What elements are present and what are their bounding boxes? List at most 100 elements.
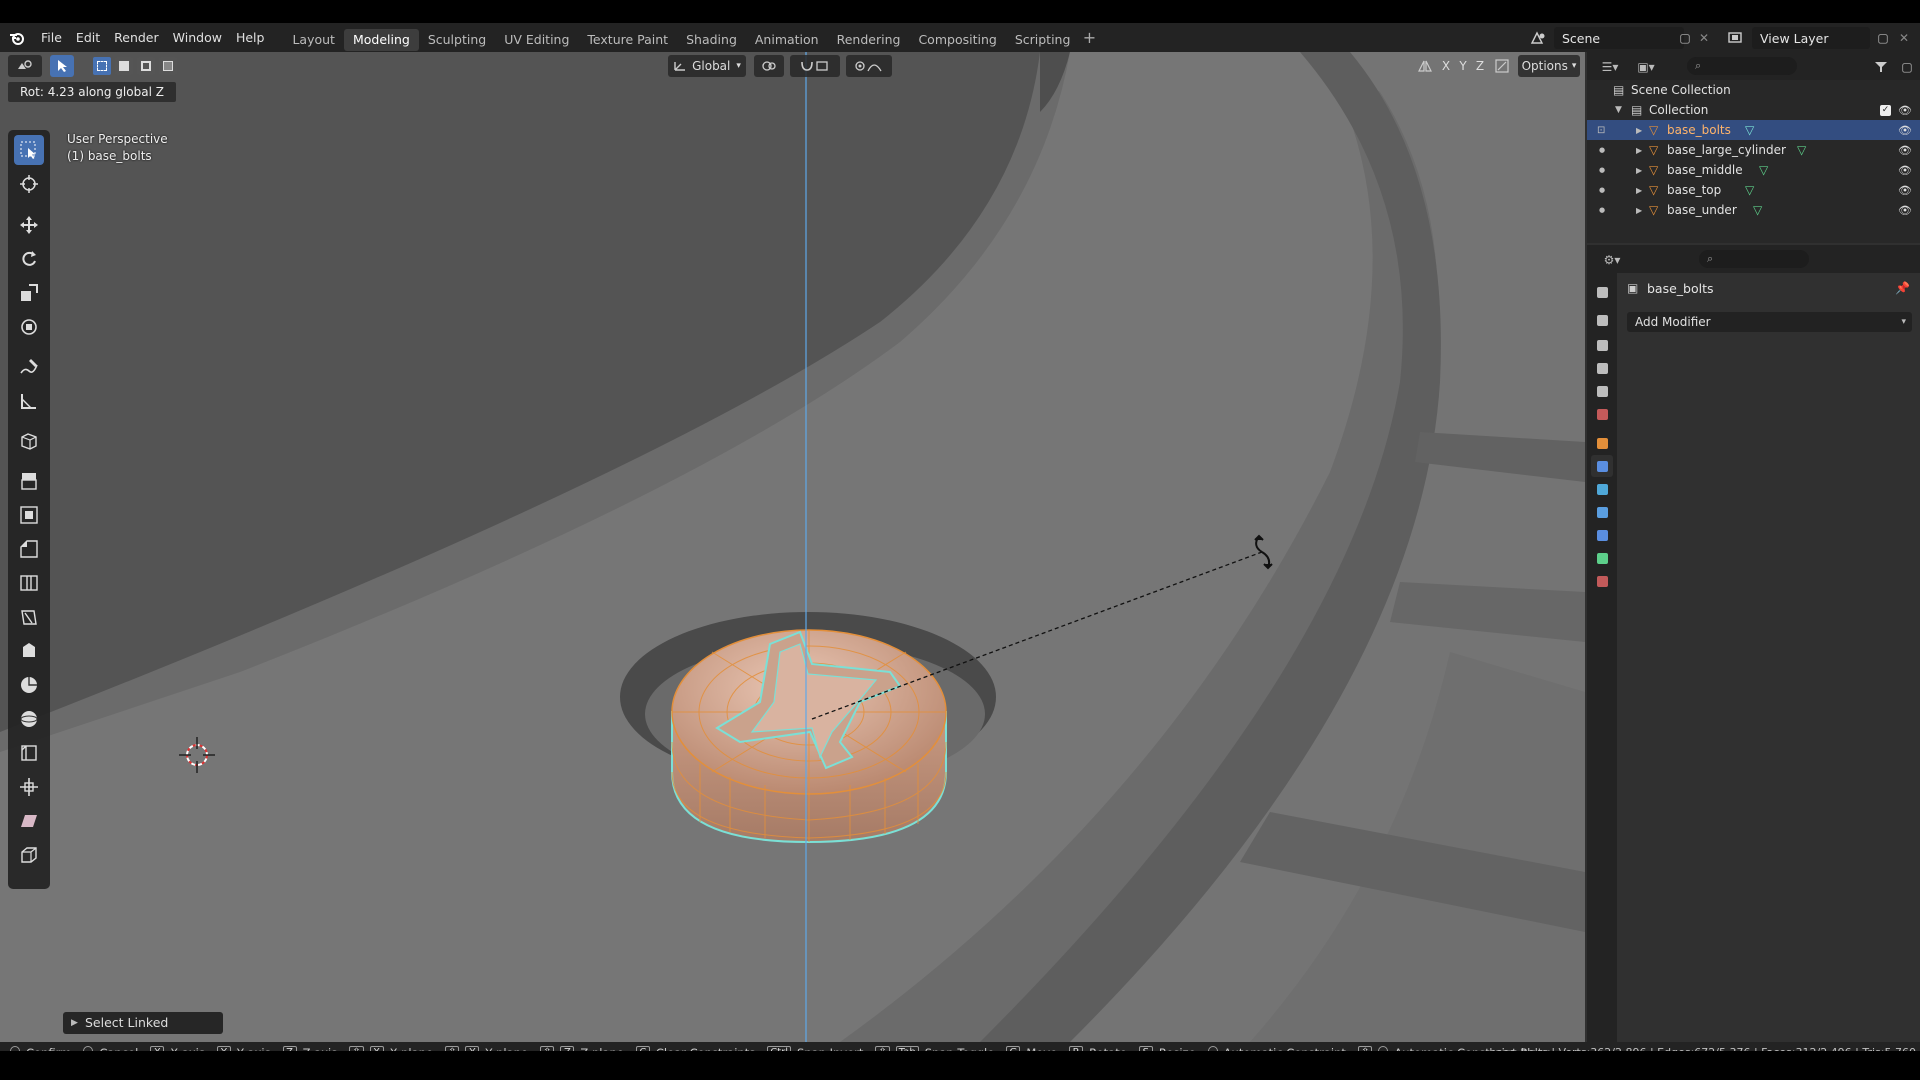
particles-tab-icon[interactable] (1591, 478, 1613, 500)
tab-modeling[interactable]: Modeling (343, 28, 419, 51)
delete-view-layer-icon[interactable]: ✕ (1896, 27, 1912, 49)
select-subtract-icon[interactable] (137, 57, 155, 75)
eye-icon[interactable]: 👁 (1898, 124, 1912, 137)
eye-icon[interactable]: 👁 (1898, 144, 1912, 157)
display-mode-icon[interactable]: ▣▾ (1631, 56, 1661, 78)
select-box-tool[interactable] (14, 135, 44, 165)
object-tab-icon[interactable] (1591, 432, 1613, 454)
material-tab-icon[interactable] (1591, 570, 1613, 592)
outliner-item-base-bolts[interactable]: ⊡ ▶ ▽ base_bolts ▽ 👁 (1587, 120, 1920, 140)
pin-icon[interactable]: 📌 (1895, 281, 1910, 295)
expand-arrow-icon[interactable]: ▶ (1636, 186, 1642, 195)
auto-merge-icon[interactable] (1492, 55, 1512, 77)
menu-render[interactable]: Render (107, 23, 166, 52)
scene-selector-icon[interactable] (1524, 27, 1552, 49)
pivot-point-icon[interactable] (754, 55, 784, 77)
snap-toggle-icon[interactable] (790, 55, 840, 77)
select-mode-cursor-icon[interactable] (50, 55, 74, 77)
new-collection-icon[interactable]: ▢ (1897, 56, 1917, 78)
tab-rendering[interactable]: Rendering (828, 29, 910, 51)
view-layer-tab-icon[interactable] (1591, 357, 1613, 379)
outliner-item-base-large-cylinder[interactable]: ● ▶ ▽ base_large_cylinder ▽ 👁 (1587, 140, 1920, 160)
transform-tool[interactable] (14, 312, 44, 342)
scene-name-field[interactable]: Scene (1554, 27, 1684, 49)
menu-file[interactable]: File (34, 23, 69, 52)
select-extend-icon[interactable] (115, 57, 133, 75)
add-cube-tool[interactable] (14, 426, 44, 456)
new-scene-icon[interactable]: ▢ (1676, 27, 1694, 49)
world-tab-icon[interactable] (1591, 403, 1613, 425)
filter-icon[interactable] (1867, 56, 1895, 78)
eye-icon[interactable]: 👁 (1898, 164, 1912, 177)
physics-tab-icon[interactable] (1591, 501, 1613, 523)
data-tab-icon[interactable] (1591, 547, 1613, 569)
edge-slide-tool[interactable] (14, 738, 44, 768)
tab-scripting[interactable]: Scripting (1006, 29, 1080, 51)
outliner-scene-collection-row[interactable]: ▤ Scene Collection (1587, 80, 1920, 100)
knife-tool[interactable] (14, 602, 44, 632)
proportional-editing-icon[interactable] (846, 55, 892, 77)
shrink-fatten-tool[interactable] (14, 772, 44, 802)
menu-help[interactable]: Help (229, 23, 272, 52)
blender-logo-icon[interactable] (0, 23, 34, 52)
cursor-tool[interactable] (14, 169, 44, 199)
expand-arrow-icon[interactable]: ▶ (1636, 146, 1642, 155)
scene-tab-icon[interactable] (1591, 380, 1613, 402)
select-new-icon[interactable] (93, 57, 111, 75)
bevel-tool[interactable] (14, 534, 44, 564)
render-tab-icon[interactable] (1591, 309, 1613, 331)
shear-tool[interactable] (14, 806, 44, 836)
view-layer-field[interactable]: View Layer (1752, 27, 1870, 49)
tool-tab-icon[interactable] (1591, 281, 1613, 303)
transform-orientation-dropdown[interactable]: Global ▾ (668, 55, 746, 77)
move-tool[interactable] (14, 210, 44, 240)
spin-tool[interactable] (14, 670, 44, 700)
annotate-tool[interactable] (14, 352, 44, 382)
eye-icon[interactable]: 👁 (1898, 104, 1912, 117)
mirror-z-toggle[interactable]: Z (1471, 55, 1489, 77)
extrude-region-tool[interactable] (14, 466, 44, 496)
inset-faces-tool[interactable] (14, 500, 44, 530)
mirror-y-toggle[interactable]: Y (1454, 55, 1472, 77)
expand-arrow-icon[interactable]: ▶ (1636, 166, 1642, 175)
menu-window[interactable]: Window (166, 23, 229, 52)
3d-viewport[interactable]: Global ▾ X Y Z Options ▾ Rot: 4.23 along… (0, 52, 1585, 1042)
select-intersect-icon[interactable] (159, 57, 177, 75)
menu-edit[interactable]: Edit (69, 23, 107, 52)
constraints-tab-icon[interactable] (1591, 524, 1613, 546)
poly-build-tool[interactable] (14, 636, 44, 666)
options-dropdown[interactable]: Options ▾ (1518, 55, 1580, 77)
outliner-editor-type-icon[interactable]: ☰▾ (1593, 56, 1627, 78)
outliner-item-base-top[interactable]: ● ▶ ▽ base_top ▽ 👁 (1587, 180, 1920, 200)
expand-arrow-icon[interactable]: ▶ (1636, 126, 1642, 135)
tab-texture-paint[interactable]: Texture Paint (578, 29, 677, 51)
rotate-tool[interactable] (14, 244, 44, 274)
tab-animation[interactable]: Animation (746, 29, 828, 51)
smooth-tool[interactable] (14, 704, 44, 734)
modifier-tab-icon[interactable] (1591, 455, 1613, 477)
mirror-x-toggle[interactable]: X (1437, 55, 1455, 77)
last-operator-panel[interactable]: ▶ Select Linked (63, 1012, 223, 1034)
rip-region-tool[interactable] (14, 840, 44, 870)
outliner-collection-row[interactable]: ▼ ▤ Collection ✓ 👁 (1587, 100, 1920, 120)
mirror-icon[interactable] (1414, 55, 1436, 77)
eye-icon[interactable]: 👁 (1898, 184, 1912, 197)
new-view-layer-icon[interactable]: ▢ (1874, 27, 1892, 49)
tab-compositing[interactable]: Compositing (909, 29, 1005, 51)
editor-type-icon[interactable] (8, 55, 42, 77)
tab-uv-editing[interactable]: UV Editing (495, 29, 578, 51)
expand-arrow-icon[interactable]: ▶ (1636, 206, 1642, 215)
outliner-search-input[interactable]: ⌕ (1687, 57, 1797, 75)
tab-sculpting[interactable]: Sculpting (419, 29, 495, 51)
add-modifier-dropdown[interactable]: Add Modifier ▾ (1627, 312, 1912, 332)
outliner-item-base-middle[interactable]: ● ▶ ▽ base_middle ▽ 👁 (1587, 160, 1920, 180)
tab-layout[interactable]: Layout (283, 29, 344, 51)
properties-search-input[interactable]: ⌕ (1699, 250, 1809, 268)
eye-icon[interactable]: 👁 (1898, 204, 1912, 217)
output-tab-icon[interactable] (1591, 334, 1613, 356)
measure-tool[interactable] (14, 386, 44, 416)
tab-shading[interactable]: Shading (677, 29, 746, 51)
properties-editor-type-icon[interactable]: ⚙▾ (1597, 249, 1627, 271)
view-layer-selector-icon[interactable] (1722, 27, 1750, 49)
scale-tool[interactable] (14, 278, 44, 308)
